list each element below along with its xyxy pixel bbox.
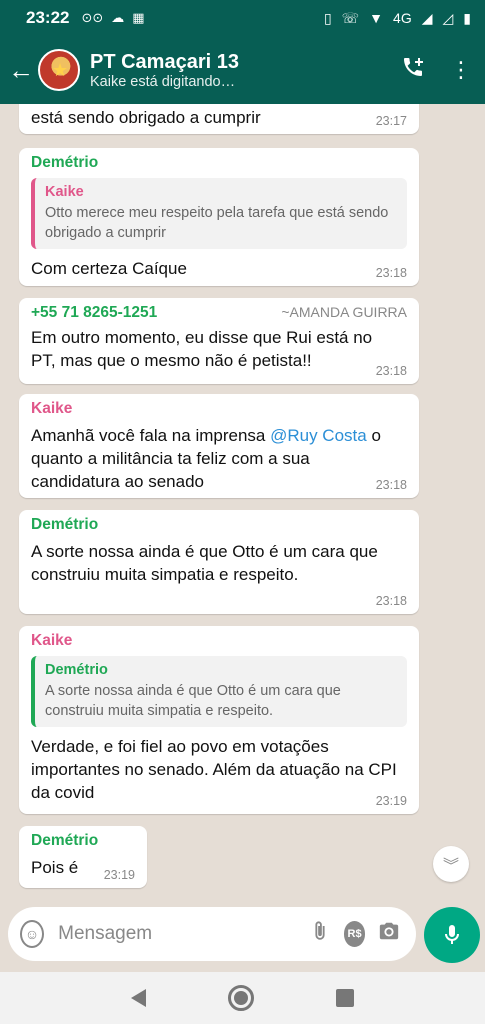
message-bubble[interactable]: Kaike Amanhã você fala na imprensa @Ruy … xyxy=(19,394,419,498)
quoted-message[interactable]: Kaike Otto merece meu respeito pela tare… xyxy=(31,178,407,249)
message-text: Com certeza Caíque xyxy=(31,259,187,278)
mention-link[interactable]: @Ruy Costa xyxy=(270,426,367,445)
camera-icon[interactable] xyxy=(372,920,406,948)
vibrate-icon: ▯ xyxy=(323,9,332,26)
status-left-icons: ⊙⊙ ☁ ▦ xyxy=(81,10,144,26)
mic-button[interactable] xyxy=(424,907,480,963)
sender-alias: ~AMANDA GUIRRA xyxy=(281,304,407,320)
status-right-icons: ▯ ☏ ▼ 4G ◢ ◿ ▮ xyxy=(324,10,471,27)
battery-icon: ▮ xyxy=(463,9,471,26)
chat-title-box[interactable]: PT Camaçari 13 Kaike está digitando… xyxy=(90,50,389,90)
message-time: 23:18 xyxy=(375,364,407,378)
arrow-left-icon[interactable]: ← xyxy=(4,55,38,86)
message-bubble[interactable]: Demétrio Kaike Otto merece meu respeito … xyxy=(19,148,419,286)
quoted-sender: Demétrio xyxy=(45,662,108,678)
message-text: Verdade, e foi fiel ao povo em votações … xyxy=(31,737,397,802)
message-sender: Kaike xyxy=(31,632,73,649)
message-bubble[interactable]: Kaike Demétrio A sorte nossa ainda é que… xyxy=(19,626,419,814)
volte-icon: ☏ xyxy=(341,9,360,26)
mic-icon xyxy=(445,925,459,944)
message-time: 23:17 xyxy=(375,114,407,128)
status-bar: 23:22 ⊙⊙ ☁ ▦ ▯ ☏ ▼ 4G ◢ ◿ ▮ xyxy=(0,0,485,36)
more-vertical-icon[interactable]: ⋮ xyxy=(437,57,485,83)
message-bubble[interactable]: está sendo obrigado a cumprir 23:17 xyxy=(19,104,419,134)
signal-icon-2: ◿ xyxy=(442,9,454,26)
message-bubble[interactable]: Demétrio Pois é 23:19 xyxy=(19,826,147,888)
status-time: 23:22 xyxy=(26,8,70,27)
sender-phone[interactable]: +55 71 8265-1251 xyxy=(31,304,157,322)
emoji-icon[interactable]: ☺ xyxy=(20,920,45,948)
message-text: Amanhã você fala na imprensa @Ruy Costa … xyxy=(31,424,401,493)
double-chevron-down-icon: ︾ xyxy=(442,858,459,875)
message-sender: Kaike xyxy=(31,400,73,417)
chat-title: PT Camaçari 13 xyxy=(90,51,239,73)
message-input[interactable] xyxy=(58,923,304,945)
network-label: 4G xyxy=(393,10,412,26)
sender-row: +55 71 8265-1251 ~AMANDA GUIRRA xyxy=(31,304,407,322)
message-time: 23:19 xyxy=(103,868,135,882)
message-text: está sendo obrigado a cumprir xyxy=(31,108,261,127)
message-time: 23:18 xyxy=(375,594,407,608)
nav-back-icon[interactable] xyxy=(131,989,146,1007)
typing-status: Kaike está digitando… xyxy=(90,74,236,90)
cloud-icon: ☁ xyxy=(111,10,125,25)
message-text: A sorte nossa ainda é que Otto é um cara… xyxy=(31,542,378,584)
attach-icon[interactable] xyxy=(303,920,337,948)
message-bubble[interactable]: Demétrio A sorte nossa ainda é que Otto … xyxy=(19,510,419,614)
message-sender: Demétrio xyxy=(31,154,99,171)
nav-recents-icon[interactable] xyxy=(336,989,354,1007)
nav-home-icon[interactable] xyxy=(228,985,254,1011)
message-text: Em outro momento, eu disse que Rui está … xyxy=(31,328,373,370)
message-text-part: Amanhã você fala na imprensa xyxy=(31,426,271,445)
quoted-text: A sorte nossa ainda é que Otto é um cara… xyxy=(45,683,341,719)
signal-icon: ◢ xyxy=(421,9,433,26)
quoted-sender: Kaike xyxy=(45,184,84,200)
system-nav-bar xyxy=(0,972,485,1024)
message-bubble[interactable]: +55 71 8265-1251 ~AMANDA GUIRRA Em outro… xyxy=(19,298,419,384)
voicemail-icon: ⊙⊙ xyxy=(81,10,104,25)
message-time: 23:18 xyxy=(375,266,407,280)
message-time: 23:19 xyxy=(375,794,407,808)
payment-icon[interactable]: R$ xyxy=(343,921,366,947)
wifi-icon: ▼ xyxy=(369,10,384,26)
chat-header: ← PT Camaçari 13 Kaike está digitando… ⋮ xyxy=(0,36,485,104)
calendar-icon: ▦ xyxy=(132,10,145,25)
message-list[interactable]: está sendo obrigado a cumprir 23:17 Demé… xyxy=(0,104,485,904)
quoted-text: Otto merece meu respeito pela tarefa que… xyxy=(45,205,389,241)
add-call-icon[interactable] xyxy=(389,55,437,85)
quoted-message[interactable]: Demétrio A sorte nossa ainda é que Otto … xyxy=(31,656,407,727)
scroll-down-button[interactable]: ︾ xyxy=(433,846,469,882)
message-input-bar: ☺ R$ xyxy=(8,907,416,961)
group-avatar[interactable] xyxy=(38,49,80,91)
message-sender: Demétrio xyxy=(31,832,99,849)
message-sender: Demétrio xyxy=(31,516,99,533)
message-time: 23:18 xyxy=(375,478,407,492)
